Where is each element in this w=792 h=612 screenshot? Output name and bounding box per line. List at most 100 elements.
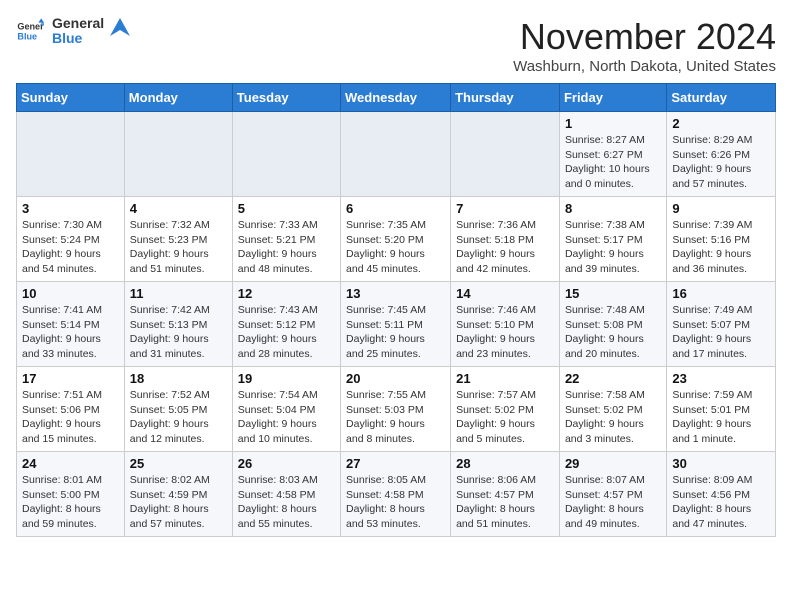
day-info: Sunrise: 7:45 AMSunset: 5:11 PMDaylight:… (346, 303, 445, 362)
calendar-cell: 15 Sunrise: 7:48 AMSunset: 5:08 PMDayligh… (559, 282, 666, 367)
day-number: 9 (672, 201, 770, 216)
day-info: Sunrise: 7:46 AMSunset: 5:10 PMDaylight:… (456, 303, 554, 362)
page-subtitle: Washburn, North Dakota, United States (513, 58, 776, 75)
day-number: 26 (238, 456, 335, 471)
calendar-cell: 20Sunrise: 7:55 AMSunset: 5:03 PMDayligh… (341, 367, 451, 452)
logo-line2: Blue (52, 31, 104, 46)
day-header-wednesday: Wednesday (341, 84, 451, 112)
day-info: Sunrise: 7:36 AMSunset: 5:18 PMDaylight:… (456, 218, 554, 277)
day-info: Sunrise: 7:57 AMSunset: 5:02 PMDaylight:… (456, 388, 554, 447)
calendar-week-5: 24Sunrise: 8:01 AMSunset: 5:00 PMDayligh… (17, 452, 776, 537)
calendar-cell: 24Sunrise: 8:01 AMSunset: 5:00 PMDayligh… (17, 452, 125, 537)
day-info: Sunrise: 7:52 AMSunset: 5:05 PMDaylight:… (130, 388, 227, 447)
day-info: Sunrise: 7:58 AMSunset: 5:02 PMDaylight:… (565, 388, 661, 447)
day-header-friday: Friday (559, 84, 666, 112)
day-number: 10 (22, 286, 119, 301)
day-info: Sunrise: 8:29 AMSunset: 6:26 PMDaylight:… (672, 133, 770, 192)
day-info: Sunrise: 7:48 AMSunset: 5:08 PMDaylight:… (565, 303, 661, 362)
calendar-cell: 21Sunrise: 7:57 AMSunset: 5:02 PMDayligh… (451, 367, 560, 452)
day-info: Sunrise: 7:43 AMSunset: 5:12 PMDaylight:… (238, 303, 335, 362)
day-number: 13 (346, 286, 445, 301)
day-info: Sunrise: 7:30 AMSunset: 5:24 PMDaylight:… (22, 218, 119, 277)
day-info: Sunrise: 8:06 AMSunset: 4:57 PMDaylight:… (456, 473, 554, 532)
calendar-cell: 9 Sunrise: 7:39 AMSunset: 5:16 PMDaylight… (667, 197, 776, 282)
calendar-cell (232, 112, 340, 197)
calendar-cell: 26 Sunrise: 8:03 AMSunset: 4:58 PMDayligh… (232, 452, 340, 537)
calendar-cell (124, 112, 232, 197)
logo-bird-icon (110, 16, 130, 46)
logo-icon: General Blue (16, 17, 44, 45)
calendar-cell: 6 Sunrise: 7:35 AMSunset: 5:20 PMDaylight… (341, 197, 451, 282)
day-info: Sunrise: 8:07 AMSunset: 4:57 PMDaylight:… (565, 473, 661, 532)
day-number: 22 (565, 371, 661, 386)
day-number: 7 (456, 201, 554, 216)
calendar-cell: 18 Sunrise: 7:52 AMSunset: 5:05 PMDayligh… (124, 367, 232, 452)
calendar-cell: 5 Sunrise: 7:33 AMSunset: 5:21 PMDaylight… (232, 197, 340, 282)
calendar-week-2: 3 Sunrise: 7:30 AMSunset: 5:24 PMDaylight… (17, 197, 776, 282)
day-info: Sunrise: 7:38 AMSunset: 5:17 PMDaylight:… (565, 218, 661, 277)
day-number: 29 (565, 456, 661, 471)
calendar-cell: 1Sunrise: 8:27 AMSunset: 6:27 PMDaylight… (559, 112, 666, 197)
day-number: 12 (238, 286, 335, 301)
calendar-cell: 28 Sunrise: 8:06 AMSunset: 4:57 PMDayligh… (451, 452, 560, 537)
calendar-cell: 19 Sunrise: 7:54 AMSunset: 5:04 PMDayligh… (232, 367, 340, 452)
day-info: Sunrise: 7:32 AMSunset: 5:23 PMDaylight:… (130, 218, 227, 277)
logo-line1: General (52, 16, 104, 31)
day-number: 5 (238, 201, 335, 216)
calendar-cell: 29 Sunrise: 8:07 AMSunset: 4:57 PMDayligh… (559, 452, 666, 537)
day-info: Sunrise: 8:02 AMSunset: 4:59 PMDaylight:… (130, 473, 227, 532)
day-header-monday: Monday (124, 84, 232, 112)
svg-text:General: General (17, 22, 44, 32)
day-info: Sunrise: 7:39 AMSunset: 5:16 PMDaylight:… (672, 218, 770, 277)
day-number: 17 (22, 371, 119, 386)
day-number: 19 (238, 371, 335, 386)
day-number: 3 (22, 201, 119, 216)
calendar-cell: 7 Sunrise: 7:36 AMSunset: 5:18 PMDaylight… (451, 197, 560, 282)
calendar-week-1: 1Sunrise: 8:27 AMSunset: 6:27 PMDaylight… (17, 112, 776, 197)
calendar-cell: 14 Sunrise: 7:46 AMSunset: 5:10 PMDayligh… (451, 282, 560, 367)
day-info: Sunrise: 7:55 AMSunset: 5:03 PMDaylight:… (346, 388, 445, 447)
calendar-cell: 4 Sunrise: 7:32 AMSunset: 5:23 PMDaylight… (124, 197, 232, 282)
day-number: 4 (130, 201, 227, 216)
day-number: 6 (346, 201, 445, 216)
day-number: 2 (672, 116, 770, 131)
day-number: 18 (130, 371, 227, 386)
day-info: Sunrise: 7:54 AMSunset: 5:04 PMDaylight:… (238, 388, 335, 447)
calendar-cell: 17Sunrise: 7:51 AMSunset: 5:06 PMDayligh… (17, 367, 125, 452)
svg-text:Blue: Blue (17, 32, 37, 42)
day-header-sunday: Sunday (17, 84, 125, 112)
calendar-cell (341, 112, 451, 197)
calendar-cell: 16Sunrise: 7:49 AMSunset: 5:07 PMDayligh… (667, 282, 776, 367)
calendar-cell: 23 Sunrise: 7:59 AMSunset: 5:01 PMDayligh… (667, 367, 776, 452)
calendar-cell: 8 Sunrise: 7:38 AMSunset: 5:17 PMDaylight… (559, 197, 666, 282)
day-number: 16 (672, 286, 770, 301)
title-section: November 2024 Washburn, North Dakota, Un… (513, 16, 776, 75)
day-info: Sunrise: 7:33 AMSunset: 5:21 PMDaylight:… (238, 218, 335, 277)
day-number: 14 (456, 286, 554, 301)
day-number: 1 (565, 116, 661, 131)
day-info: Sunrise: 8:09 AMSunset: 4:56 PMDaylight:… (672, 473, 770, 532)
calendar-cell: 12 Sunrise: 7:43 AMSunset: 5:12 PMDayligh… (232, 282, 340, 367)
calendar-cell (17, 112, 125, 197)
day-number: 28 (456, 456, 554, 471)
calendar-cell: 30 Sunrise: 8:09 AMSunset: 4:56 PMDayligh… (667, 452, 776, 537)
day-number: 11 (130, 286, 227, 301)
day-info: Sunrise: 7:35 AMSunset: 5:20 PMDaylight:… (346, 218, 445, 277)
day-number: 23 (672, 371, 770, 386)
day-info: Sunrise: 7:59 AMSunset: 5:01 PMDaylight:… (672, 388, 770, 447)
day-number: 15 (565, 286, 661, 301)
page-title: November 2024 (513, 16, 776, 58)
day-header-tuesday: Tuesday (232, 84, 340, 112)
day-info: Sunrise: 8:03 AMSunset: 4:58 PMDaylight:… (238, 473, 335, 532)
day-header-thursday: Thursday (451, 84, 560, 112)
calendar-cell: 11Sunrise: 7:42 AMSunset: 5:13 PMDayligh… (124, 282, 232, 367)
calendar-cell: 22 Sunrise: 7:58 AMSunset: 5:02 PMDayligh… (559, 367, 666, 452)
day-number: 8 (565, 201, 661, 216)
day-number: 30 (672, 456, 770, 471)
calendar-week-3: 10Sunrise: 7:41 AMSunset: 5:14 PMDayligh… (17, 282, 776, 367)
calendar-cell: 10Sunrise: 7:41 AMSunset: 5:14 PMDayligh… (17, 282, 125, 367)
calendar-cell: 3 Sunrise: 7:30 AMSunset: 5:24 PMDaylight… (17, 197, 125, 282)
day-number: 25 (130, 456, 227, 471)
day-info: Sunrise: 8:01 AMSunset: 5:00 PMDaylight:… (22, 473, 119, 532)
calendar-cell (451, 112, 560, 197)
